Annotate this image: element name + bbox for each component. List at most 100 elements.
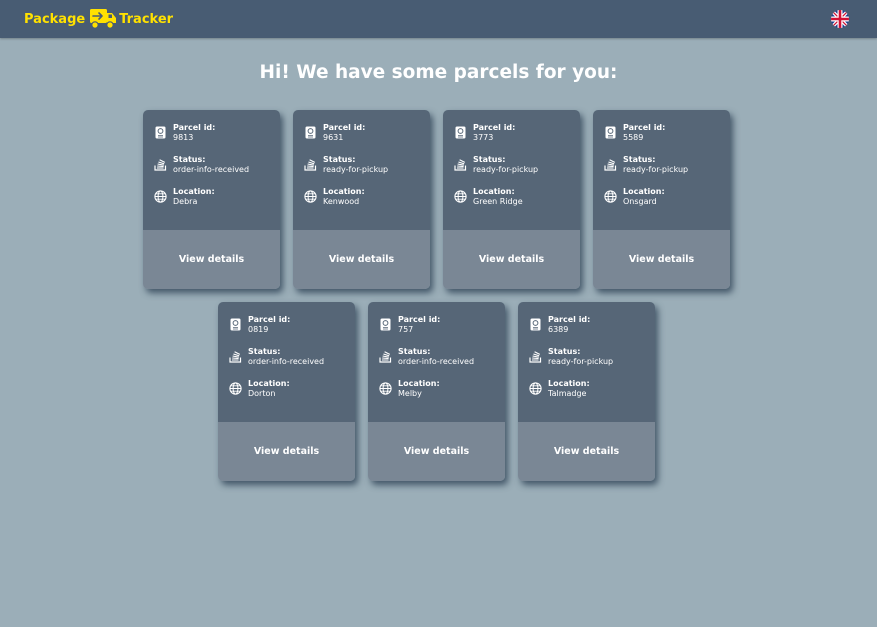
- parcel-status-value: ready-for-pickup: [323, 165, 389, 174]
- parcel-location-value: Kenwood: [323, 197, 360, 206]
- parcel-location-label: Location:: [473, 187, 515, 196]
- parcel-status-row: Status: ready-for-pickup: [604, 155, 688, 175]
- top-navbar: Package Tracker: [0, 0, 877, 38]
- parcel-card: Parcel id: 3773 Status: ready-for-pickup: [443, 110, 580, 289]
- parcel-id-row: Parcel id: 6389: [529, 315, 590, 335]
- parcel-status-value: ready-for-pickup: [623, 165, 689, 174]
- parcel-status-value: order-info-received: [398, 357, 475, 366]
- parcel-id-value: 9813: [173, 133, 194, 142]
- parcel-location-value: Melby: [398, 389, 422, 398]
- parcel-card: Parcel id: 0819 Status: order-info-recei…: [218, 302, 355, 481]
- parcel-id-label: Parcel id:: [548, 315, 591, 324]
- stack-icon: [529, 351, 542, 363]
- globe-icon: [529, 382, 542, 395]
- parcel-status-label: Status:: [623, 155, 656, 164]
- parcel-location-value: Onsgard: [623, 197, 657, 206]
- parcel-status-label: Status:: [473, 155, 506, 164]
- parcel-card-info: Parcel id: 757 Status: order-info-receiv…: [368, 302, 505, 422]
- passport-icon: [155, 126, 166, 139]
- parcel-card-info: Parcel id: 0819 Status: order-info-recei…: [218, 302, 355, 422]
- parcel-status-label: Status:: [323, 155, 356, 164]
- parcel-location-label: Location:: [173, 187, 215, 196]
- parcel-status-row: Status: order-info-received: [379, 347, 474, 367]
- parcel-id-row: Parcel id: 757: [379, 315, 440, 335]
- page-title: Hi! We have some parcels for you:: [259, 62, 618, 83]
- stack-icon: [379, 351, 392, 363]
- parcel-status-label: Status:: [173, 155, 206, 164]
- passport-icon: [530, 318, 541, 331]
- view-details-button[interactable]: View details: [143, 230, 280, 289]
- globe-icon: [154, 190, 167, 203]
- parcel-id-row: Parcel id: 9813: [154, 123, 215, 143]
- parcel-id-value: 9631: [323, 133, 344, 142]
- parcel-status-row: Status: ready-for-pickup: [454, 155, 538, 175]
- view-details-button[interactable]: View details: [518, 422, 655, 481]
- globe-icon: [604, 190, 617, 203]
- parcel-card: Parcel id: 6389 Status: ready-for-pickup: [518, 302, 655, 481]
- parcel-card-info: Parcel id: 3773 Status: ready-for-pickup: [443, 110, 580, 230]
- parcel-status-row: Status: order-info-received: [154, 155, 249, 175]
- stack-icon: [304, 159, 317, 171]
- parcel-id-row: Parcel id: 0819: [229, 315, 290, 335]
- parcel-location-row: Location: Green Ridge: [454, 187, 523, 207]
- view-details-button[interactable]: View details: [218, 422, 355, 481]
- parcel-status-value: order-info-received: [173, 165, 250, 174]
- parcel-id-label: Parcel id:: [473, 123, 516, 132]
- passport-icon: [455, 126, 466, 139]
- parcel-id-row: Parcel id: 3773: [454, 123, 515, 143]
- view-details-button[interactable]: View details: [443, 230, 580, 289]
- brand-text-tracker: Tracker: [119, 11, 174, 27]
- view-details-button[interactable]: View details: [593, 230, 730, 289]
- parcel-location-row: Location: Kenwood: [304, 187, 365, 207]
- parcel-status-label: Status:: [248, 347, 281, 356]
- parcel-status-value: ready-for-pickup: [473, 165, 539, 174]
- parcel-location-label: Location:: [623, 187, 665, 196]
- brand-text-package: Package: [24, 11, 86, 27]
- parcel-card: Parcel id: 757 Status: order-info-receiv…: [368, 302, 505, 481]
- parcel-location-label: Location:: [248, 379, 290, 388]
- parcel-location-label: Location:: [323, 187, 365, 196]
- stack-icon: [604, 159, 617, 171]
- globe-icon: [229, 382, 242, 395]
- parcel-id-label: Parcel id:: [323, 123, 366, 132]
- view-details-button[interactable]: View details: [293, 230, 430, 289]
- parcel-card: Parcel id: 9631 Status: ready-for-pickup: [293, 110, 430, 289]
- parcel-status-value: order-info-received: [248, 357, 325, 366]
- passport-icon: [305, 126, 316, 139]
- parcel-location-row: Location: Debra: [154, 187, 215, 207]
- brand-logo[interactable]: Package Tracker: [24, 7, 173, 31]
- globe-icon: [379, 382, 392, 395]
- parcel-location-row: Location: Talmadge: [529, 379, 590, 399]
- globe-icon: [454, 190, 467, 203]
- uk-flag-icon: [831, 10, 849, 28]
- parcel-location-label: Location:: [398, 379, 440, 388]
- stack-icon: [229, 351, 242, 363]
- parcel-status-label: Status:: [398, 347, 431, 356]
- parcel-id-value: 0819: [248, 325, 269, 334]
- parcel-status-row: Status: order-info-received: [229, 347, 324, 367]
- parcel-id-value: 5589: [623, 133, 644, 142]
- passport-icon: [380, 318, 391, 331]
- parcel-card-info: Parcel id: 9631 Status: ready-for-pickup: [293, 110, 430, 230]
- view-details-button[interactable]: View details: [368, 422, 505, 481]
- parcel-status-value: ready-for-pickup: [548, 357, 614, 366]
- passport-icon: [230, 318, 241, 331]
- globe-icon: [304, 190, 317, 203]
- parcel-card-info: Parcel id: 6389 Status: ready-for-pickup: [518, 302, 655, 422]
- parcel-card-info: Parcel id: 5589 Status: ready-for-pickup: [593, 110, 730, 230]
- parcel-status-row: Status: ready-for-pickup: [304, 155, 388, 175]
- language-switcher[interactable]: [831, 10, 849, 28]
- parcel-id-row: Parcel id: 9631: [304, 123, 365, 143]
- parcel-status-row: Status: ready-for-pickup: [529, 347, 613, 367]
- parcel-location-row: Location: Dorton: [229, 379, 290, 399]
- parcel-location-value: Dorton: [248, 389, 276, 398]
- passport-icon: [605, 126, 616, 139]
- parcel-location-row: Location: Onsgard: [604, 187, 665, 207]
- parcel-id-label: Parcel id:: [173, 123, 216, 132]
- stack-icon: [454, 159, 467, 171]
- parcel-card: Parcel id: 9813 Status: order-info-recei…: [143, 110, 280, 289]
- truck-icon: [90, 9, 117, 29]
- parcel-location-value: Talmadge: [548, 389, 587, 398]
- parcel-location-label: Location:: [548, 379, 590, 388]
- parcel-location-row: Location: Melby: [379, 379, 440, 399]
